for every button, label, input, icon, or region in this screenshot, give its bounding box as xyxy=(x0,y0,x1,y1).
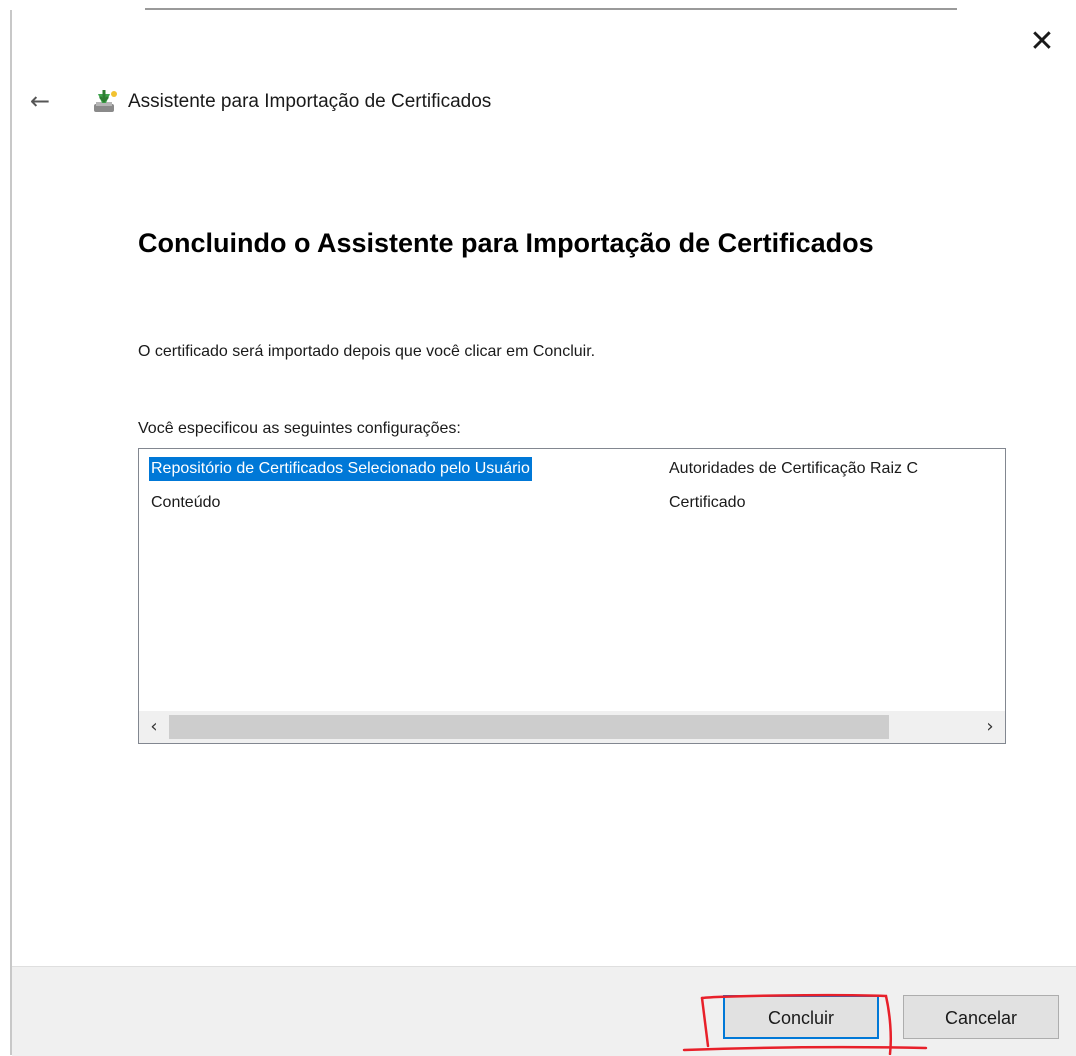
certificate-wizard-icon xyxy=(94,90,117,112)
settings-list[interactable]: Repositório de Certificados Selecionado … xyxy=(138,448,1006,744)
back-arrow-icon: ← xyxy=(30,87,51,115)
setting-value: Certificado xyxy=(669,494,746,511)
close-icon: ✕ xyxy=(1029,24,1055,59)
scroll-right-button[interactable]: › xyxy=(975,711,1005,743)
settings-label: Você especificou as seguintes configuraç… xyxy=(138,420,461,437)
scrollbar-thumb[interactable] xyxy=(169,715,889,739)
setting-value: Autoridades de Certificação Raiz C xyxy=(669,460,919,477)
window-title: Assistente para Importação de Certificad… xyxy=(128,91,492,112)
red-highlight-annotation xyxy=(682,993,928,1055)
setting-name: Repositório de Certificados Selecionado … xyxy=(149,457,532,481)
close-button[interactable]: ✕ xyxy=(1022,22,1062,62)
horizontal-scrollbar[interactable]: ‹ › xyxy=(139,711,1005,743)
chevron-right-icon: › xyxy=(986,716,994,737)
back-button[interactable]: ← xyxy=(30,86,60,116)
setting-name: Conteúdo xyxy=(151,494,221,511)
page-description: O certificado será importado depois que … xyxy=(138,343,596,360)
page-heading: Concluindo o Assistente para Importação … xyxy=(138,228,874,258)
scroll-left-button[interactable]: ‹ xyxy=(139,711,169,743)
chevron-left-icon: ‹ xyxy=(150,716,158,737)
